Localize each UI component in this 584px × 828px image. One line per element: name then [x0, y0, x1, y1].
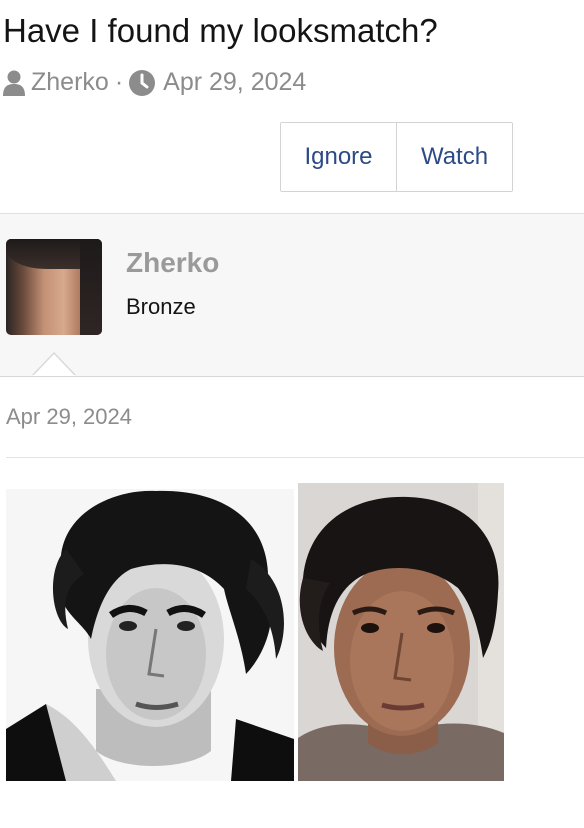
ignore-button[interactable]: Ignore — [281, 123, 397, 191]
divider — [6, 457, 584, 458]
thread-author[interactable]: Zherko — [31, 68, 109, 97]
thread-meta: Zherko · Apr 29, 2024 — [3, 68, 306, 97]
avatar[interactable] — [6, 239, 102, 335]
post-user-block: Zherko Bronze — [0, 213, 584, 377]
watch-button[interactable]: Watch — [397, 123, 512, 191]
post-image-selfie[interactable] — [298, 483, 504, 781]
clock-icon — [129, 69, 156, 96]
thread-date[interactable]: Apr 29, 2024 — [163, 68, 306, 97]
thread-actions: Ignore Watch — [280, 122, 513, 192]
post-date[interactable]: Apr 29, 2024 — [6, 404, 132, 430]
user-rank: Bronze — [126, 294, 196, 319]
user-icon — [3, 70, 25, 96]
post-image-bw-portrait[interactable] — [6, 489, 294, 781]
thread-title: Have I found my looksmatch? — [3, 12, 438, 49]
post-username[interactable]: Zherko — [126, 247, 219, 279]
meta-separator: · — [114, 68, 124, 96]
